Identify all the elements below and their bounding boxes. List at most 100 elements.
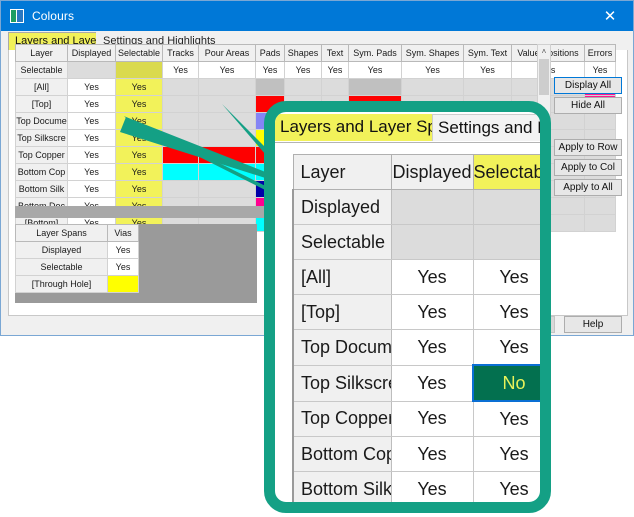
table-row[interactable]: [All] Yes Yes [15,78,616,96]
col-header-errors[interactable]: Errors [584,44,616,62]
callout-layers-grid[interactable]: Layer Displayed Selectable Displayed Sel… [292,154,551,514]
table-row[interactable]: Bottom Silks Yes Yes [292,471,540,502]
row-label-through-hole[interactable]: [Through Hole] [15,275,108,293]
callout-cell-displayed[interactable]: Yes [390,329,474,366]
col-header-displayed[interactable]: Displayed [67,44,116,62]
callout-cell-selectable[interactable]: Yes [472,329,540,366]
hide-all-button[interactable]: Hide All [554,97,622,114]
callout-cell-selectable-selected[interactable]: No [472,364,540,402]
callout-cell-selectable[interactable]: Yes [472,259,540,295]
callout-row-label-bottom-document[interactable]: Bottom Doc [293,507,391,514]
swatch-sym-pads[interactable] [348,78,402,96]
col-header-pour-areas[interactable]: Pour Areas [198,44,256,62]
callout-cell-selectable[interactable]: Yes [472,294,540,330]
row-label-selectable[interactable]: Selectable [15,61,68,79]
cell-vias-displayed[interactable]: Yes [107,241,139,259]
row-label-selectable[interactable]: Selectable [15,258,108,276]
callout-cell-displayed[interactable]: Yes [391,507,473,514]
callout-col-header-selectable[interactable]: Selectable [472,154,540,190]
swatch-pour-areas[interactable] [198,78,256,96]
swatch-sym-text[interactable] [463,78,512,96]
close-icon[interactable]: ✕ [587,1,633,31]
cell-displayed[interactable] [67,61,116,79]
table-row[interactable]: [All] Yes Yes [292,259,540,295]
cell-shapes[interactable]: Yes [284,61,322,79]
callout-cell-selectable[interactable] [472,189,540,225]
row-label-top-copper[interactable]: Top Copper [15,146,68,164]
col-header-layer[interactable]: Layer [15,44,68,62]
col-header-sym-shapes[interactable]: Sym. Shapes [401,44,464,62]
row-label-top[interactable]: [Top] [15,95,68,113]
swatch-text[interactable] [321,78,349,96]
callout-tab-settings-and-highlights[interactable]: Settings and Highli [432,114,540,141]
table-row[interactable]: Bottom Doc Yes Yes [293,507,551,514]
callout-cell-displayed[interactable] [390,224,474,260]
table-row[interactable]: Bottom Cop Yes Yes [292,436,540,472]
callout-cell-displayed[interactable]: Yes [390,294,474,330]
swatch-shapes[interactable] [284,78,322,96]
callout-cell-displayed[interactable]: Yes [390,364,474,402]
callout-row-label-top-document[interactable]: Top Docume [292,329,392,366]
callout-col-header-layer[interactable]: Layer [292,154,392,190]
callout-row-label-all[interactable]: [All] [292,259,392,295]
row-label-bottom-copper[interactable]: Bottom Cop [15,163,68,181]
callout-row-label-selectable[interactable]: Selectable [292,224,392,260]
scrollbar-thumb[interactable] [539,59,549,95]
col-header-layer-spans[interactable]: Layer Spans [15,224,108,242]
help-button[interactable]: Help [564,316,622,333]
cell-selectable[interactable]: Yes [115,78,163,96]
table-row[interactable]: [Through Hole] [15,275,139,293]
table-row[interactable]: [Top] Yes Yes [292,294,540,330]
scroll-up-arrow-icon[interactable]: ˄ [538,45,550,58]
display-all-button[interactable]: Display All [554,77,622,94]
row-label-all[interactable]: [All] [15,78,68,96]
callout-cell-selectable[interactable]: Yes [472,471,540,502]
swatch-sym-shapes[interactable] [401,78,464,96]
apply-to-all-button[interactable]: Apply to All [554,179,622,196]
swatch-pads[interactable] [255,78,285,96]
callout-row-label-bottom-silkscreen[interactable]: Bottom Silks [292,471,392,502]
callout-row-label-displayed[interactable]: Displayed [292,189,392,225]
col-header-pads[interactable]: Pads [255,44,285,62]
apply-to-row-button[interactable]: Apply to Row [554,139,622,156]
cell-sym-text[interactable]: Yes [463,61,512,79]
table-row[interactable]: Selectable Yes [15,258,139,276]
callout-cell-displayed[interactable]: Yes [390,400,474,437]
callout-cell-displayed[interactable] [390,189,474,225]
cell-text[interactable]: Yes [321,61,349,79]
callout-row-label-bottom-copper[interactable]: Bottom Cop [292,436,392,472]
table-row[interactable]: Displayed [292,189,540,225]
row-label-top-silkscreen[interactable]: Top Silkscre [15,129,68,147]
cell-tracks[interactable]: Yes [162,61,199,79]
callout-row-label-top-copper[interactable]: Top Copper [292,400,392,437]
table-row[interactable]: Top Silkscree Yes No [292,364,540,402]
apply-to-col-button[interactable]: Apply to Col [554,159,622,176]
cell-vias-selectable[interactable]: Yes [107,258,139,276]
callout-cell-displayed[interactable]: Yes [390,259,474,295]
table-row[interactable]: Selectable Yes Yes Yes Yes Yes Yes Yes Y… [15,61,616,79]
col-header-shapes[interactable]: Shapes [284,44,322,62]
row-label-top-document[interactable]: Top Docume [15,112,68,130]
callout-cell-displayed[interactable]: Yes [390,436,474,472]
col-header-text[interactable]: Text [321,44,349,62]
callout-cell-displayed[interactable]: Yes [390,471,474,502]
table-row[interactable]: Top Docume Yes Yes [292,329,540,366]
col-header-sym-pads[interactable]: Sym. Pads [348,44,402,62]
col-header-tracks[interactable]: Tracks [162,44,199,62]
table-row[interactable]: Top Copper Yes Yes [292,400,540,437]
callout-col-header-displayed[interactable]: Displayed [390,154,474,190]
col-header-selectable[interactable]: Selectable [115,44,163,62]
cell-selectable[interactable] [115,61,163,79]
cell-pour-areas[interactable]: Yes [198,61,256,79]
swatch-errors[interactable] [584,214,616,232]
swatch-vias-through-hole[interactable] [107,275,139,293]
cell-pads[interactable]: Yes [255,61,285,79]
callout-cell-selectable[interactable]: Yes [472,400,540,437]
table-row[interactable]: Selectable [292,224,540,260]
callout-row-label-top[interactable]: [Top] [292,294,392,330]
swatch-tracks[interactable] [162,78,199,96]
callout-cell-selectable[interactable]: Yes [473,507,551,514]
col-header-sym-text[interactable]: Sym. Text [463,44,512,62]
table-row[interactable]: Displayed Yes [15,241,139,259]
cell-sym-shapes[interactable]: Yes [401,61,464,79]
